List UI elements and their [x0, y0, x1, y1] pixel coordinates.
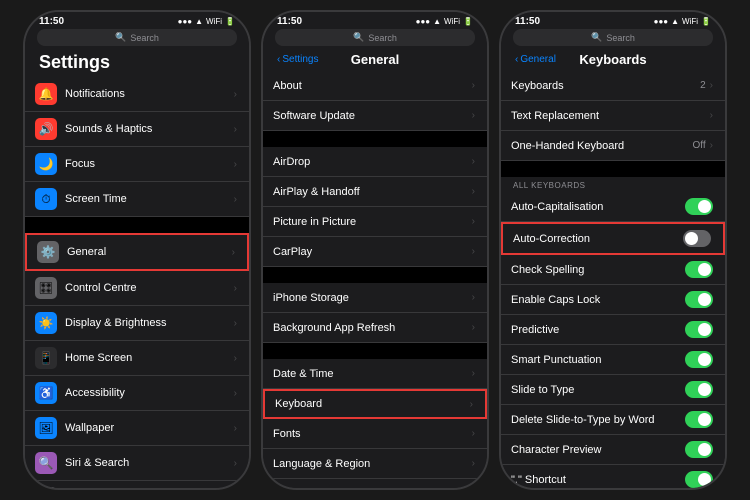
list-item[interactable]: CarPlay ›: [263, 237, 487, 267]
settings-scroll-3[interactable]: Keyboards 2 › Text Replacement › One-Han…: [501, 71, 725, 488]
auto-correction-item[interactable]: Auto-Correction ◀: [501, 222, 725, 255]
list-item[interactable]: Software Update ›: [263, 101, 487, 131]
control-icon: 🎛: [35, 277, 57, 299]
one-handed-item[interactable]: One-Handed Keyboard Off ›: [501, 131, 725, 161]
general-item[interactable]: ⚙️ General › ◀: [25, 233, 249, 271]
screentime-icon: ⏱: [35, 188, 57, 210]
keyboards-item[interactable]: Keyboards 2 ›: [501, 71, 725, 101]
status-bar-3: 11:50 ●●● ▲ WiFi 🔋: [501, 12, 725, 29]
auto-correction-toggle[interactable]: [683, 230, 711, 247]
time-3: 11:50: [515, 16, 540, 27]
section-gap: [263, 343, 487, 359]
status-icons-3: ●●● ▲ WiFi 🔋: [654, 17, 711, 26]
list-item[interactable]: ♿ Accessibility ›: [25, 376, 249, 411]
page-title-3: Keyboards: [579, 52, 646, 67]
search-label-3: Search: [606, 33, 635, 43]
wallpaper-icon: 🖼: [35, 417, 57, 439]
display-icon: ☀️: [35, 312, 57, 334]
section-gap: [263, 267, 487, 283]
list-item[interactable]: AirPlay & Handoff ›: [263, 177, 487, 207]
list-item[interactable]: ⏱ Screen Time ›: [25, 182, 249, 217]
section-gap: [25, 217, 249, 233]
auto-cap-toggle[interactable]: [685, 198, 713, 215]
siri-icon: 🔍: [35, 452, 57, 474]
settings-list-1: 🔔 Notifications › 🔊 Sounds & Haptics › 🌙…: [25, 77, 249, 488]
list-item[interactable]: Fonts ›: [263, 419, 487, 449]
settings-scroll-2[interactable]: About › Software Update › AirDrop › AirP…: [263, 71, 487, 488]
search-label-2: Search: [368, 33, 397, 43]
status-bar-2: 11:50 ●●● ▲ WiFi 🔋: [263, 12, 487, 29]
page-title-1: Settings: [25, 50, 249, 77]
homescreen-icon: 📱: [35, 347, 57, 369]
list-item[interactable]: Date & Time ›: [263, 359, 487, 389]
focus-icon: 🌙: [35, 153, 57, 175]
search-label-1: Search: [130, 33, 159, 43]
list-item[interactable]: 🔍 Siri & Search ›: [25, 446, 249, 481]
list-item[interactable]: 📱 Home Screen ›: [25, 341, 249, 376]
text-replacement-item[interactable]: Text Replacement ›: [501, 101, 725, 131]
phone-2: 11:50 ●●● ▲ WiFi 🔋 🔍 Search ‹ Settings G…: [261, 10, 489, 490]
faceid-icon: 👤: [35, 487, 57, 488]
settings-list-3: Keyboards 2 › Text Replacement › One-Han…: [501, 71, 725, 488]
list-item[interactable]: ☀️ Display & Brightness ›: [25, 306, 249, 341]
list-item[interactable]: 👤 Face ID & Passcode ›: [25, 481, 249, 488]
dot-shortcut-item[interactable]: "." Shortcut: [501, 465, 725, 488]
list-item[interactable]: AirDrop ›: [263, 147, 487, 177]
char-preview-item[interactable]: Character Preview: [501, 435, 725, 465]
time-1: 11:50: [39, 16, 64, 27]
slide-type-toggle[interactable]: [685, 381, 713, 398]
check-spelling-item[interactable]: Check Spelling: [501, 255, 725, 285]
back-button-3[interactable]: ‹ General: [515, 54, 556, 65]
list-item[interactable]: Picture in Picture ›: [263, 207, 487, 237]
back-button-2[interactable]: ‹ Settings: [277, 54, 318, 65]
all-keyboards-header: ALL KEYBOARDS: [501, 177, 725, 192]
time-2: 11:50: [277, 16, 302, 27]
list-item[interactable]: 🔔 Notifications ›: [25, 77, 249, 112]
keyboard-item[interactable]: Keyboard › ◀: [263, 389, 487, 419]
delete-slide-toggle[interactable]: [685, 411, 713, 428]
notifications-icon: 🔔: [35, 83, 57, 105]
char-preview-toggle[interactable]: [685, 441, 713, 458]
predictive-toggle[interactable]: [685, 321, 713, 338]
slide-to-type-item[interactable]: Slide to Type: [501, 375, 725, 405]
caps-lock-item[interactable]: Enable Caps Lock: [501, 285, 725, 315]
check-spelling-toggle[interactable]: [685, 261, 713, 278]
section-gap: [263, 131, 487, 147]
phone-3: 11:50 ●●● ▲ WiFi 🔋 🔍 Search ‹ General Ke…: [499, 10, 727, 490]
list-item[interactable]: About ›: [263, 71, 487, 101]
sounds-icon: 🔊: [35, 118, 57, 140]
status-bar-1: 11:50 ●●● ▲ WiFi 🔋: [25, 12, 249, 29]
page-title-2: General: [351, 52, 399, 67]
list-item[interactable]: iPhone Storage ›: [263, 283, 487, 313]
list-item[interactable]: 🎛 Control Centre ›: [25, 271, 249, 306]
smart-punct-toggle[interactable]: [685, 351, 713, 368]
list-item[interactable]: Dictionary ›: [263, 479, 487, 488]
dot-shortcut-toggle[interactable]: [685, 471, 713, 488]
list-item[interactable]: 🖼 Wallpaper ›: [25, 411, 249, 446]
title-row-3: ‹ General Keyboards: [501, 50, 725, 71]
list-item[interactable]: Language & Region ›: [263, 449, 487, 479]
auto-capitalisation-item[interactable]: Auto-Capitalisation: [501, 192, 725, 222]
status-icons-2: ●●● ▲ WiFi 🔋: [416, 17, 473, 26]
general-icon: ⚙️: [37, 241, 59, 263]
settings-scroll-1[interactable]: 🔔 Notifications › 🔊 Sounds & Haptics › 🌙…: [25, 77, 249, 488]
settings-list-2: About › Software Update › AirDrop › AirP…: [263, 71, 487, 488]
section-gap: [501, 161, 725, 177]
caps-lock-toggle[interactable]: [685, 291, 713, 308]
list-item[interactable]: 🔊 Sounds & Haptics ›: [25, 112, 249, 147]
predictive-item[interactable]: Predictive: [501, 315, 725, 345]
list-item[interactable]: 🌙 Focus ›: [25, 147, 249, 182]
smart-punctuation-item[interactable]: Smart Punctuation: [501, 345, 725, 375]
list-item[interactable]: Background App Refresh ›: [263, 313, 487, 343]
phone-1: 11:50 ●●● ▲ WiFi 🔋 🔍 Search Settings 🔔 N…: [23, 10, 251, 490]
accessibility-icon: ♿: [35, 382, 57, 404]
title-row-2: ‹ Settings General: [263, 50, 487, 71]
status-icons-1: ●●● ▲ WiFi 🔋: [178, 17, 235, 26]
delete-slide-item[interactable]: Delete Slide-to-Type by Word: [501, 405, 725, 435]
